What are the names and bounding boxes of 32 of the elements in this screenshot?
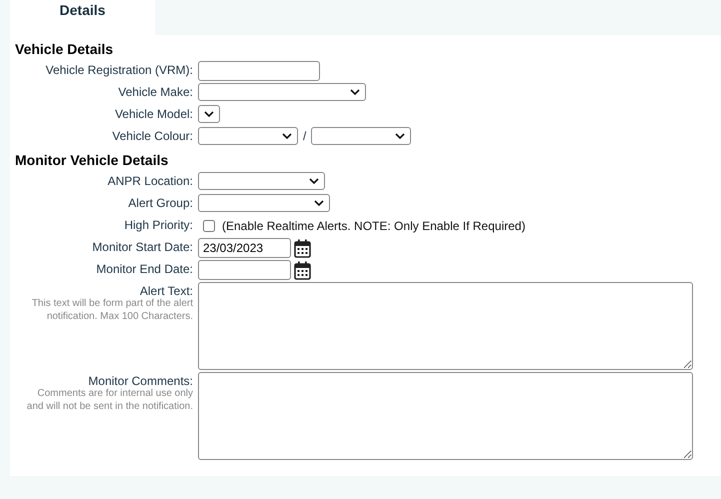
text-area[interactable]: [198, 372, 693, 460]
field-label: Vehicle Registration (VRM):: [46, 63, 193, 77]
field-label: Monitor Start Date:: [92, 240, 193, 254]
chevron-icon: [204, 111, 214, 117]
calendar-icon[interactable]: [294, 238, 311, 258]
field-hint: This text will be form part of the alert notification. Max 100 Characters.: [30, 298, 193, 323]
field-hint: Comments are for internal use only and will not be sent in the notification.: [26, 388, 193, 413]
field-label: High Priority:: [124, 218, 193, 232]
date-field[interactable]: [198, 260, 291, 280]
chevron-icon: [395, 133, 406, 139]
input-field[interactable]: [198, 61, 320, 81]
chevron-icon: [350, 89, 360, 95]
date-field[interactable]: 23/03/2023: [198, 238, 291, 258]
section-heading: Monitor Vehicle Details: [15, 152, 168, 168]
checkbox[interactable]: [203, 220, 215, 232]
chevron-icon: [314, 200, 324, 206]
checkbox-note: (Enable Realtime Alerts. NOTE: Only Enable If Required): [222, 218, 526, 233]
field-label: Vehicle Make:: [118, 85, 193, 99]
chevron-icon: [282, 133, 292, 139]
field-label: Alert Text:: [140, 284, 193, 298]
field-label: Vehicle Model:: [114, 107, 193, 121]
chevron-icon: [309, 178, 319, 184]
field-label: ANPR Location:: [108, 174, 193, 188]
calendar-icon[interactable]: [294, 260, 311, 280]
tab[interactable]: Details: [10, 0, 155, 35]
separator: /: [303, 129, 306, 143]
field-label: Monitor End Date:: [96, 262, 193, 276]
field-label: Vehicle Colour:: [112, 129, 193, 143]
field-label: Monitor Comments:: [88, 374, 193, 388]
dropdown[interactable]: [198, 105, 220, 123]
section-heading: Vehicle Details: [15, 41, 114, 57]
field-label: Alert Group:: [128, 196, 193, 210]
